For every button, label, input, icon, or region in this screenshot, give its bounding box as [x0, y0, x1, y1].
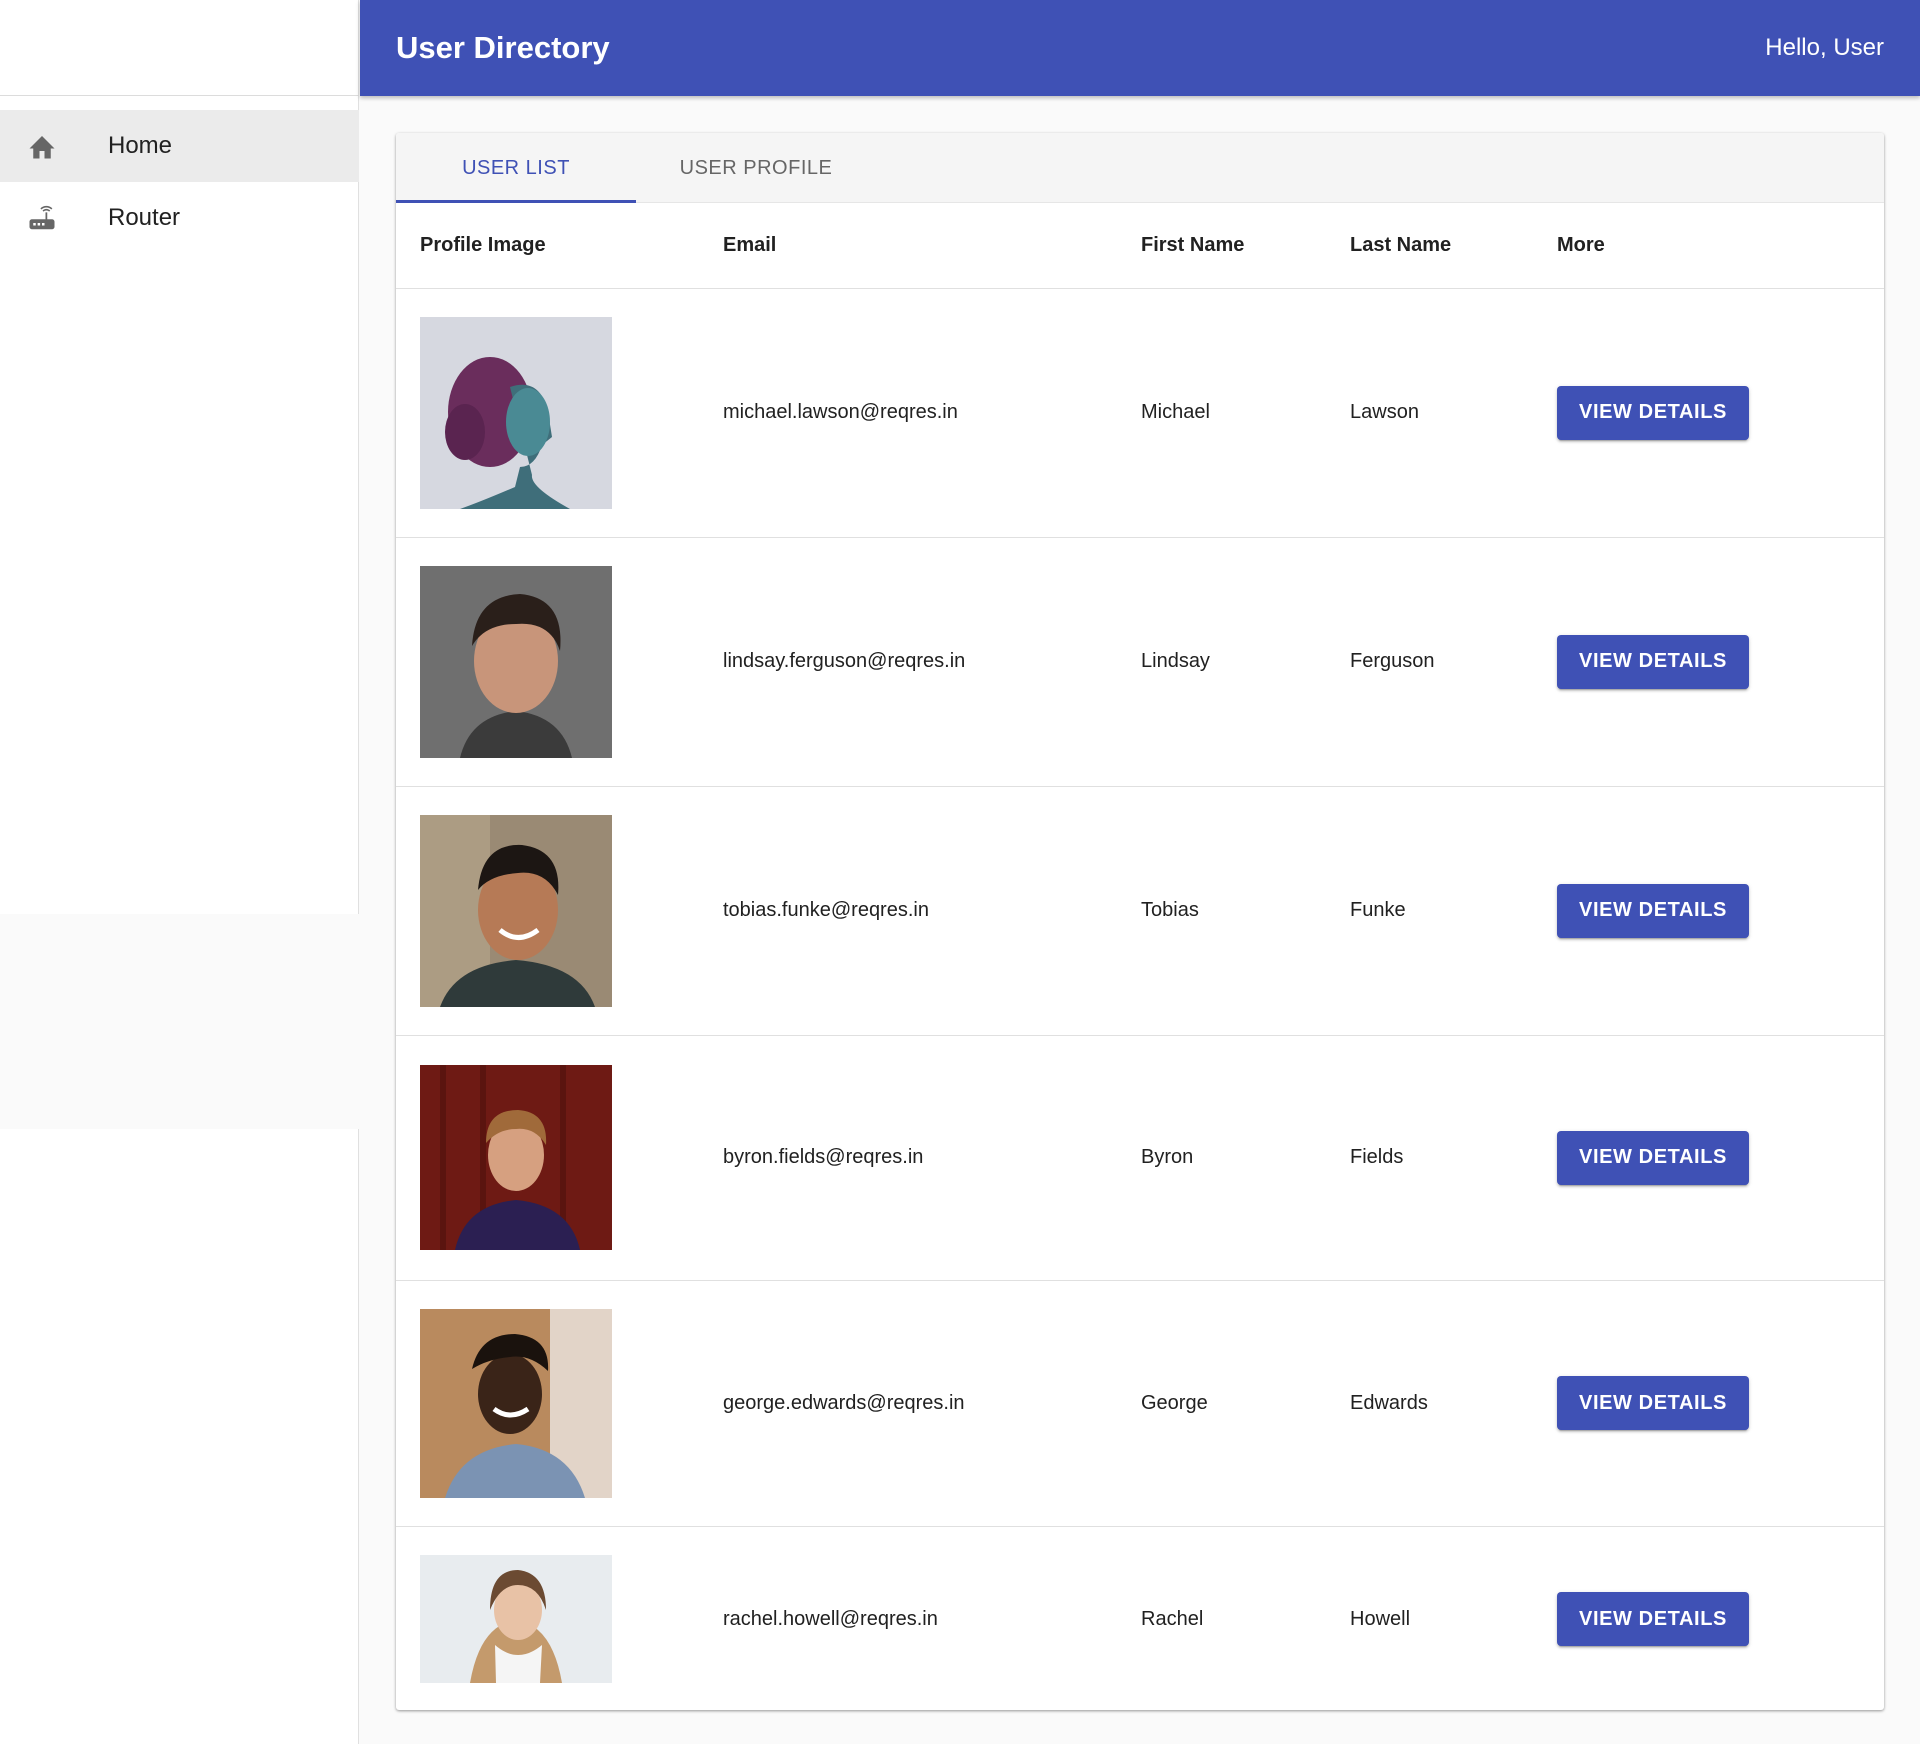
- tab-user-profile[interactable]: USER PROFILE: [636, 133, 876, 203]
- drawer-header: [0, 0, 359, 96]
- view-details-button[interactable]: VIEW DETAILS: [1557, 385, 1749, 440]
- view-details-button[interactable]: VIEW DETAILS: [1557, 1130, 1749, 1185]
- table-row: michael.lawson@reqres.in Michael Lawson …: [396, 288, 1884, 538]
- table-row: rachel.howell@reqres.in Rachel Howell VI…: [396, 1526, 1884, 1710]
- avatar: [420, 814, 612, 1007]
- email-cell: lindsay.ferguson@reqres.in: [723, 537, 1141, 787]
- sidebar-item-home[interactable]: Home: [0, 110, 359, 182]
- avatar: [420, 565, 612, 758]
- column-header-more: More: [1557, 203, 1884, 289]
- page-title: User Directory: [396, 30, 610, 65]
- router-icon: [27, 203, 57, 233]
- first-name-cell: Tobias: [1141, 786, 1350, 1036]
- table-row: byron.fields@reqres.in Byron Fields VIEW…: [396, 1035, 1884, 1281]
- email-cell: michael.lawson@reqres.in: [723, 288, 1141, 538]
- tab-bar: USER LIST USER PROFILE: [396, 133, 1884, 203]
- avatar: [420, 1308, 612, 1498]
- table-row: lindsay.ferguson@reqres.in Lindsay Fergu…: [396, 537, 1884, 787]
- column-header-first-name: First Name: [1141, 203, 1350, 289]
- sidebar-item-label: Router: [108, 204, 181, 231]
- avatar: [420, 1065, 612, 1250]
- sidebar-nav: Home Router: [0, 110, 359, 254]
- first-name-cell: Michael: [1141, 288, 1350, 538]
- sidebar-item-router[interactable]: Router: [0, 182, 359, 254]
- sidebar-drawer: Home Router: [0, 0, 359, 1744]
- last-name-cell: Lawson: [1350, 288, 1557, 538]
- view-details-button[interactable]: VIEW DETAILS: [1557, 1592, 1749, 1646]
- profile-image-cell: [396, 1035, 723, 1281]
- last-name-cell: Funke: [1350, 786, 1557, 1036]
- app-root: Home Router User Directory Hello, User U…: [0, 0, 1920, 1744]
- email-cell: tobias.funke@reqres.in: [723, 786, 1141, 1036]
- more-cell: VIEW DETAILS: [1557, 1035, 1884, 1281]
- more-cell: VIEW DETAILS: [1557, 1280, 1884, 1527]
- profile-image-cell: [396, 786, 723, 1036]
- first-name-cell: George: [1141, 1280, 1350, 1527]
- column-header-last-name: Last Name: [1350, 203, 1557, 289]
- first-name-cell: Byron: [1141, 1035, 1350, 1281]
- last-name-cell: Fields: [1350, 1035, 1557, 1281]
- avatar: [420, 316, 612, 509]
- profile-image-cell: [396, 537, 723, 787]
- view-details-button[interactable]: VIEW DETAILS: [1557, 1376, 1749, 1430]
- profile-image-cell: [396, 1280, 723, 1527]
- avatar: [420, 1555, 612, 1683]
- sidebar-item-label: Home: [108, 132, 173, 159]
- more-cell: VIEW DETAILS: [1557, 288, 1884, 538]
- last-name-cell: Edwards: [1350, 1280, 1557, 1527]
- table-row: george.edwards@reqres.in George Edwards …: [396, 1280, 1884, 1527]
- profile-image-cell: [396, 1526, 723, 1710]
- email-cell: rachel.howell@reqres.in: [723, 1526, 1141, 1710]
- user-greeting: Hello, User: [1765, 34, 1884, 61]
- more-cell: VIEW DETAILS: [1557, 786, 1884, 1036]
- first-name-cell: Lindsay: [1141, 537, 1350, 787]
- last-name-cell: Ferguson: [1350, 537, 1557, 787]
- email-cell: byron.fields@reqres.in: [723, 1035, 1141, 1281]
- profile-image-cell: [396, 288, 723, 538]
- user-list-card: USER LIST USER PROFILE Profile Image Ema…: [396, 133, 1884, 1710]
- table-header-row: Profile Image Email First Name Last Name…: [396, 203, 1884, 289]
- app-bar: User Directory Hello, User: [360, 0, 1920, 96]
- user-table: Profile Image Email First Name Last Name…: [396, 203, 1884, 1710]
- table-row: tobias.funke@reqres.in Tobias Funke VIEW…: [396, 786, 1884, 1036]
- drawer-gap: [0, 914, 359, 1129]
- column-header-email: Email: [723, 203, 1141, 289]
- last-name-cell: Howell: [1350, 1526, 1557, 1710]
- view-details-button[interactable]: VIEW DETAILS: [1557, 634, 1749, 689]
- more-cell: VIEW DETAILS: [1557, 537, 1884, 787]
- first-name-cell: Rachel: [1141, 1526, 1350, 1710]
- home-icon: [27, 131, 57, 161]
- drawer-panel-lower: [0, 1129, 359, 1744]
- tab-user-list[interactable]: USER LIST: [396, 133, 636, 203]
- email-cell: george.edwards@reqres.in: [723, 1280, 1141, 1527]
- view-details-button[interactable]: VIEW DETAILS: [1557, 883, 1749, 938]
- column-header-profile-image: Profile Image: [396, 203, 723, 289]
- more-cell: VIEW DETAILS: [1557, 1526, 1884, 1710]
